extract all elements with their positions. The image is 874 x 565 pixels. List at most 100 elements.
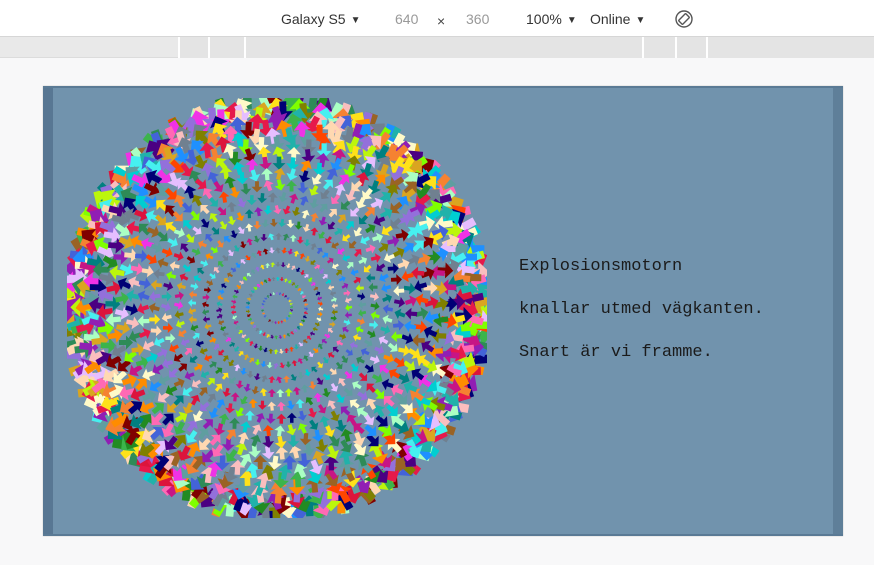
arrow-shape (381, 283, 392, 293)
arrow-shape (236, 284, 241, 289)
arrow-shape (315, 291, 321, 296)
arrow-shape (250, 434, 262, 447)
arrow-shape (328, 208, 337, 218)
arrow-shape (276, 401, 286, 411)
arrow-shape (325, 279, 332, 285)
arrow-shape (173, 251, 184, 262)
arrow-shape (190, 324, 199, 332)
arrow-shape (394, 308, 406, 320)
arrow-shape (328, 284, 335, 291)
arrow-shape (380, 325, 391, 335)
arrow-shape (316, 377, 324, 385)
arrow-shape (245, 223, 254, 232)
arrow-shape (304, 369, 311, 377)
arrow-shape (310, 227, 319, 236)
width-input[interactable]: 640 (395, 10, 418, 28)
arrow-shape (188, 315, 197, 324)
arrow-shape (231, 309, 237, 315)
arrow-shape (350, 268, 359, 277)
arrow-shape (251, 424, 262, 435)
zoom-select[interactable]: 100% ▼ (526, 10, 577, 30)
arrow-shape (370, 311, 380, 320)
arrow-shape (299, 195, 309, 206)
arrow-shape (286, 400, 296, 410)
arrow-shape (289, 346, 294, 352)
arrow-shape (273, 349, 279, 355)
arrow-shape (301, 209, 310, 219)
arrow-shape (178, 329, 187, 338)
arrow-shape (213, 343, 220, 351)
arrow-shape (236, 212, 245, 221)
arrow-shape (393, 285, 405, 297)
arrow-shape (317, 404, 327, 414)
height-input[interactable]: 360 (466, 10, 489, 28)
arrow-shape (251, 181, 263, 193)
arrow-shape (343, 289, 351, 297)
ruler-segment[interactable] (675, 37, 706, 58)
arrow-shape (163, 281, 174, 291)
network-value: Online (590, 11, 631, 27)
ruler-segment[interactable] (642, 37, 675, 58)
arrow-shape (248, 398, 258, 408)
arrow-shape (246, 370, 254, 378)
arrow-shape (270, 334, 275, 339)
viewport-edge-left (43, 88, 53, 534)
arrow-shape (262, 332, 266, 336)
arrow-shape (245, 305, 250, 310)
arrow-shape (207, 377, 215, 386)
arrow-shape (260, 305, 264, 309)
rotate-icon[interactable] (674, 9, 694, 29)
arrow-shape (310, 281, 316, 287)
arrow-shape (216, 301, 223, 307)
device-select[interactable]: Galaxy S5 ▼ (281, 10, 361, 30)
arrow-shape (305, 397, 314, 406)
arrow-shape (226, 201, 237, 212)
arrow-shape (378, 335, 389, 345)
arrow-shape (336, 339, 344, 347)
arrow-shape (319, 203, 328, 213)
arrow-shape (251, 252, 257, 259)
arrow-shape (137, 315, 150, 328)
arrow-shape (382, 304, 394, 314)
arrow-shape (379, 364, 390, 374)
arrow-shape (322, 274, 328, 280)
media-query-bar[interactable] (0, 37, 874, 58)
ruler-segment[interactable] (706, 37, 874, 58)
arrow-shape (218, 319, 225, 326)
poem-line: Explosionsmotorn (519, 257, 683, 276)
arrow-shape (393, 296, 406, 308)
arrow-shape (293, 344, 299, 350)
arrow-shape (269, 218, 278, 227)
arrow-shape (285, 361, 292, 368)
arrow-shape (294, 221, 303, 230)
arrow-shape (353, 276, 361, 284)
ruler-segment[interactable] (244, 37, 642, 58)
arrow-shape (281, 293, 285, 297)
arrow-shape (240, 395, 248, 405)
ruler-segment[interactable] (178, 37, 208, 58)
arrow-shape (286, 333, 291, 337)
arrow-shape (254, 359, 261, 366)
arrow-shape (382, 314, 393, 325)
arrow-shape (235, 380, 244, 389)
arrow-shape (287, 248, 294, 255)
arrow-shape (221, 283, 227, 289)
arrow-shape (235, 325, 241, 330)
caret-down-icon: ▼ (350, 15, 361, 26)
network-select[interactable]: Online ▼ (590, 10, 645, 30)
arrow-shape (301, 318, 306, 323)
arrow-shape (260, 361, 267, 368)
arrow-shape (331, 309, 338, 316)
arrow-shape (216, 313, 223, 319)
arrow-shape (259, 388, 268, 397)
arrow-shape (199, 347, 208, 355)
arrow-shape (182, 264, 191, 272)
arrow-shape (280, 320, 284, 324)
arrow-shape (190, 282, 199, 291)
arrow-shape (274, 321, 278, 325)
arrow-shape (390, 274, 402, 286)
viewport-edge-right (833, 88, 843, 534)
arrow-shape (313, 392, 323, 402)
ruler-segment[interactable] (208, 37, 244, 58)
arrow-shape (261, 309, 265, 312)
